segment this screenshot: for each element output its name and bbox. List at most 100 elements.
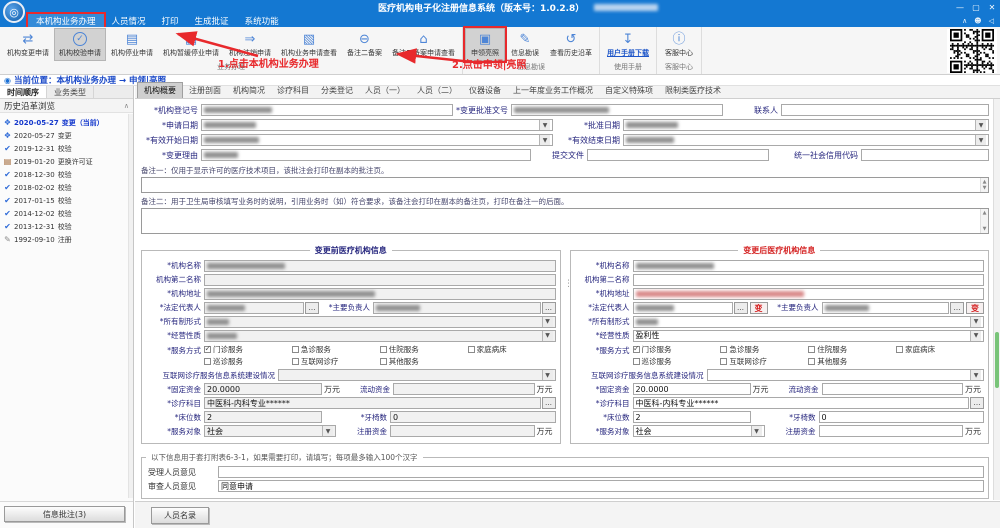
toolbar-button-机构变更申请[interactable]: ⇄机构变更申请	[2, 28, 54, 61]
tab-分类登记[interactable]: 分类登记	[315, 83, 359, 98]
before-service-互联网诊疗[interactable]: 互联网诊疗	[292, 355, 380, 367]
after-service-其他服务[interactable]: 其他服务	[808, 355, 896, 367]
sidebar-tab-1[interactable]: 业务类型	[47, 86, 94, 98]
after-chairs-input[interactable]: 0	[819, 411, 985, 423]
checkbox-icon[interactable]	[896, 346, 903, 353]
chevron-down-icon[interactable]: ▼	[970, 317, 981, 327]
checkbox-icon[interactable]	[720, 358, 727, 365]
checkbox-icon[interactable]	[633, 358, 640, 365]
menu-item-3[interactable]: 生成批证	[187, 14, 237, 28]
tab-自定义特殊项[interactable]: 自定义特殊项	[599, 83, 659, 98]
after-reg_capital-input[interactable]	[819, 425, 964, 437]
maximize-button[interactable]: ▢	[968, 3, 984, 12]
valid-from-input[interactable]: ▼	[201, 134, 553, 146]
after-legal_rep-input[interactable]	[633, 302, 733, 314]
tab-注册剖面[interactable]: 注册剖面	[183, 83, 227, 98]
checkbox-icon[interactable]	[204, 346, 211, 353]
before-principal-input[interactable]	[373, 302, 541, 314]
toolbar-button-备注二备案[interactable]: ⊖备注二备案	[342, 28, 387, 61]
before-org_addr-input[interactable]	[204, 288, 556, 300]
more-button[interactable]: …	[970, 397, 984, 409]
approve-doc-input[interactable]	[511, 104, 723, 116]
after-service-家庭病床[interactable]: 家庭病床	[896, 343, 984, 355]
toolbar-button-机构停业申请[interactable]: ▤机构停业申请	[106, 28, 158, 61]
before-chairs-input[interactable]: 0	[390, 411, 556, 423]
before-beds-input[interactable]: 2	[204, 411, 322, 423]
more-button[interactable]: …	[542, 302, 556, 314]
chevron-down-icon[interactable]: ▼	[539, 135, 550, 145]
changed-flag-button[interactable]: 变	[966, 302, 984, 314]
before-fixed_capital-input[interactable]: 20.0000	[204, 383, 322, 395]
after-org_name2-input[interactable]	[633, 274, 985, 286]
checkbox-icon[interactable]	[720, 346, 727, 353]
before-service-住院服务[interactable]: 住院服务	[380, 343, 468, 355]
before-org_name-input[interactable]	[204, 260, 556, 272]
before-service-急诊服务[interactable]: 急诊服务	[292, 343, 380, 355]
user-icon[interactable]: ☻	[974, 17, 981, 25]
history-item-2[interactable]: ✔2019-12-31校验	[2, 142, 133, 155]
checkbox-icon[interactable]	[468, 346, 475, 353]
apply-date-input[interactable]: ▼	[201, 119, 553, 131]
before-reg_capital-input[interactable]	[390, 425, 535, 437]
note1-textarea[interactable]: ▲▼	[141, 177, 989, 193]
chevron-down-icon[interactable]: ▼	[542, 370, 553, 380]
reg-no-input[interactable]	[201, 104, 453, 116]
tab-人员（一）[interactable]: 人员（一）	[359, 83, 411, 98]
checkbox-icon[interactable]	[380, 358, 387, 365]
notify-icon[interactable]: ◁	[989, 17, 994, 25]
before-target-input[interactable]: 社会▼	[204, 425, 336, 437]
menu-item-4[interactable]: 系统功能	[237, 14, 287, 28]
toolbar-button-用户手册下载[interactable]: ↧用户手册下载	[602, 28, 654, 61]
chevron-down-icon[interactable]: ▼	[542, 331, 553, 341]
minimize-button[interactable]: —	[952, 3, 968, 12]
before-subjects-input[interactable]: 中医科-内科专业******	[204, 397, 541, 409]
before-current_capital-input[interactable]	[393, 383, 535, 395]
changed-flag-button[interactable]: 变	[750, 302, 768, 314]
toolbar-button-机构暂缓停业申请[interactable]: ▦机构暂缓停业申请	[158, 28, 224, 61]
menu-item-2[interactable]: 打印	[154, 14, 187, 28]
credit-code-input[interactable]	[861, 149, 989, 161]
history-item-6[interactable]: ✔2017-01-15校验	[2, 194, 133, 207]
approve-date-input[interactable]: ▼	[623, 119, 989, 131]
chevron-down-icon[interactable]: ▼	[322, 426, 333, 436]
chevron-down-icon[interactable]: ▼	[539, 120, 550, 130]
sidebar-tab-0[interactable]: 时间顺序	[0, 86, 47, 98]
checkbox-icon[interactable]	[204, 358, 211, 365]
collapse-chevron-icon[interactable]: ∧	[124, 102, 129, 110]
history-item-8[interactable]: ✔2013-12-31校验	[2, 220, 133, 233]
tab-诊疗科目[interactable]: 诊疗科目	[271, 83, 315, 98]
collapse-ribbon-icon[interactable]: ∧	[962, 17, 967, 25]
note2-textarea[interactable]: ▲▼	[141, 208, 989, 234]
chevron-down-icon[interactable]: ▼	[975, 120, 986, 130]
more-button[interactable]: …	[734, 302, 748, 314]
toolbar-button-备注二备案申请查看[interactable]: ⌂备注二备案申请查看	[387, 28, 460, 61]
toolbar-button-查看历史沿革[interactable]: ↺查看历史沿革	[545, 28, 597, 61]
after-nature-input[interactable]: 盈利性▼	[633, 330, 985, 342]
after-org_addr-input[interactable]	[633, 288, 985, 300]
contact-input[interactable]	[781, 104, 989, 116]
more-button[interactable]: …	[542, 397, 556, 409]
after-internet-input[interactable]: ▼	[707, 369, 985, 381]
menu-item-1[interactable]: 人员情况	[104, 14, 154, 28]
history-item-3[interactable]: ▤2019-01-20更换许可证	[2, 155, 133, 168]
before-legal_rep-input[interactable]	[204, 302, 304, 314]
toolbar-button-客服中心[interactable]: ⓘ客服中心	[659, 28, 699, 61]
review-opinion-input[interactable]: 同意申请	[218, 480, 984, 492]
checkbox-icon[interactable]	[292, 346, 299, 353]
after-target-input[interactable]: 社会▼	[633, 425, 765, 437]
chevron-down-icon[interactable]: ▼	[751, 426, 762, 436]
submit-doc-input[interactable]	[587, 149, 769, 161]
checkbox-icon[interactable]	[633, 346, 640, 353]
tab-仪器设备[interactable]: 仪器设备	[463, 83, 507, 98]
chevron-down-icon[interactable]: ▼	[970, 331, 981, 341]
chevron-down-icon[interactable]: ▼	[542, 317, 553, 327]
valid-to-input[interactable]: ▼	[623, 134, 989, 146]
before-service-其他服务[interactable]: 其他服务	[380, 355, 468, 367]
more-button[interactable]: …	[305, 302, 319, 314]
main-scrollbar-thumb[interactable]	[995, 332, 999, 388]
splitter-handle[interactable]: ⋮	[564, 279, 573, 289]
before-internet-input[interactable]: ▼	[278, 369, 556, 381]
before-service-家庭病床[interactable]: 家庭病床	[468, 343, 556, 355]
change-reason-input[interactable]	[201, 149, 531, 161]
info-annotation-button[interactable]: 信息批注(3)	[4, 506, 125, 522]
